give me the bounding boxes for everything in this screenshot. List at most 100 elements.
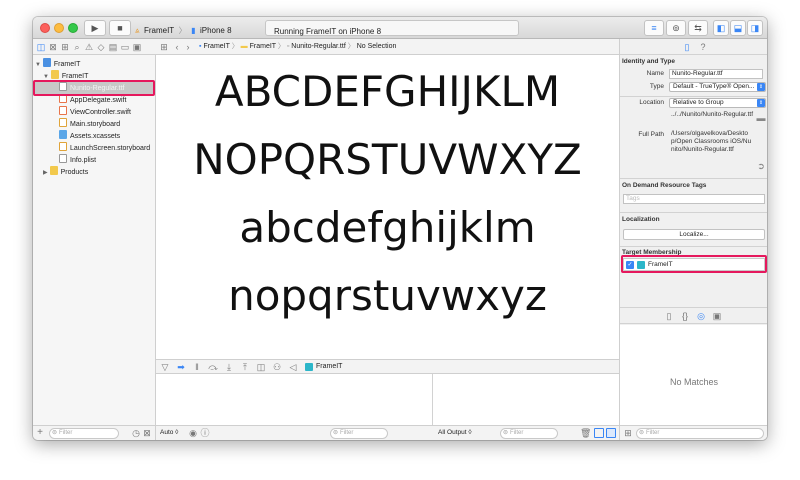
media-library-icon[interactable]: ▣: [712, 308, 722, 324]
tree-item-project[interactable]: ▼ FrameIT: [35, 58, 80, 70]
test-navigator-icon[interactable]: ◇: [96, 39, 106, 55]
back-arrow-icon[interactable]: ‹: [173, 39, 181, 55]
storyboard-file-icon: [59, 118, 67, 127]
tree-item-label: AppDelegate.swift: [70, 97, 127, 104]
recent-files-icon[interactable]: ◷: [131, 426, 141, 440]
bottom-panel-icon: ⬓: [733, 23, 743, 33]
code-snippet-icon[interactable]: {}: [680, 308, 690, 324]
scheme-selector[interactable]: ⩓ FrameIT 〉 ▮ iPhone 8: [135, 20, 232, 36]
view-hierarchy-icon[interactable]: ◫: [256, 359, 266, 375]
find-navigator-icon[interactable]: ⌕: [72, 39, 82, 55]
preview-uppercase-first: ABCDEFGHIJKLM: [214, 67, 561, 116]
tree-item-file[interactable]: Info.plist: [59, 154, 96, 166]
localize-button[interactable]: Localize...: [623, 229, 765, 240]
debug-navigator-icon[interactable]: ▤: [108, 39, 118, 55]
filter-placeholder: Filter: [340, 430, 354, 436]
stop-icon: ■: [117, 23, 123, 33]
project-icon: ▪: [199, 43, 202, 50]
debug-split-divider[interactable]: [432, 374, 433, 425]
plus-icon[interactable]: +: [36, 426, 44, 440]
breadcrumb-file[interactable]: Nunito-Regular.ttf: [291, 43, 345, 50]
run-button[interactable]: ▶: [84, 20, 106, 36]
type-label: Type: [649, 83, 664, 90]
debug-target-label[interactable]: FrameIT: [316, 360, 342, 374]
source-control-filter-icon[interactable]: ⊠: [142, 426, 152, 440]
split-right-icon[interactable]: [606, 428, 616, 438]
tree-item-file[interactable]: ViewController.swift: [59, 106, 131, 118]
version-editor-button[interactable]: ⇆: [688, 20, 708, 36]
storyboard-file-icon: [59, 142, 67, 151]
name-field[interactable]: Nunito-Regular.ttf: [669, 69, 763, 79]
forward-arrow-icon[interactable]: ›: [184, 39, 192, 55]
tree-item-label: LaunchScreen.storyboard: [70, 145, 151, 152]
library-filter-input[interactable]: ⊜ Filter: [636, 428, 764, 439]
breadcrumb-project[interactable]: FrameIT: [203, 43, 229, 50]
navigator-filter-input[interactable]: ⊜ Filter: [49, 428, 119, 439]
breadcrumb-group[interactable]: FrameIT: [250, 43, 276, 50]
step-in-icon[interactable]: ⤓: [224, 359, 234, 375]
stop-button[interactable]: ■: [109, 20, 131, 36]
reveal-arrow-icon[interactable]: ➲: [756, 161, 766, 171]
popup-arrows-icon: ⇕: [757, 83, 765, 91]
tags-field[interactable]: Tags: [623, 194, 765, 204]
arrows-icon: ⇆: [694, 23, 702, 33]
tree-item-file[interactable]: Main.storyboard: [59, 118, 120, 130]
source-control-icon[interactable]: ⊠: [48, 39, 58, 55]
breakpoints-toggle-icon[interactable]: ➡: [176, 359, 186, 375]
breadcrumb-selection[interactable]: No Selection: [357, 43, 397, 50]
tree-item-group[interactable]: ▶ Products: [43, 166, 88, 178]
tree-item-label: FrameIT: [61, 73, 89, 80]
folder-icon: [49, 166, 58, 175]
folder-browse-icon[interactable]: ▬: [756, 113, 766, 123]
preview-lowercase-second: nopqrstuvwxyz: [228, 271, 547, 320]
project-navigator-icon[interactable]: ◫: [36, 39, 46, 55]
issue-navigator-icon[interactable]: ⚠: [84, 39, 94, 55]
file-type-popup[interactable]: Default - TrueType® Open... ⇕: [669, 82, 766, 92]
symbol-navigator-icon[interactable]: ⊞: [60, 39, 70, 55]
breakpoint-navigator-icon[interactable]: ▭: [120, 39, 130, 55]
tree-item-file[interactable]: LaunchScreen.storyboard: [59, 142, 150, 154]
step-over-icon[interactable]: ⤼: [208, 359, 218, 375]
project-icon: [42, 58, 51, 67]
info-icon[interactable]: ⓘ: [200, 425, 210, 440]
odr-section-title: On Demand Resource Tags: [622, 182, 707, 189]
name-label: Name: [646, 70, 664, 77]
variables-scope-popup[interactable]: Auto ◊: [160, 426, 178, 440]
console-filter-input[interactable]: ⊜ Filter: [500, 428, 558, 439]
preview-uppercase-second: NOPQRSTUVWXYZ: [193, 135, 582, 184]
tree-item-file[interactable]: Assets.xcassets: [59, 130, 120, 142]
report-navigator-icon[interactable]: ▣: [132, 39, 142, 55]
project-navigator: ▼ FrameIT ▼ FrameIT Nunito-Regular.ttf A…: [33, 55, 156, 425]
toggle-navigator-button[interactable]: ◧: [713, 20, 729, 36]
trash-icon[interactable]: 🗑: [580, 425, 591, 440]
split-left-icon[interactable]: [594, 428, 604, 438]
scheme-name: FrameIT: [143, 26, 175, 35]
grid-view-icon[interactable]: ⊞: [623, 425, 633, 440]
toggle-debug-button[interactable]: ⬓: [730, 20, 746, 36]
step-out-icon[interactable]: ⤒: [240, 359, 250, 375]
variables-filter-input[interactable]: ⊜ Filter: [330, 428, 388, 439]
section-divider: [620, 178, 767, 179]
pause-icon[interactable]: ‖: [192, 359, 202, 375]
file-template-icon[interactable]: ▯: [664, 308, 674, 324]
section-divider: [620, 212, 767, 213]
object-library-icon[interactable]: ◎: [696, 308, 706, 324]
memory-graph-icon[interactable]: ⚇: [272, 359, 282, 375]
no-matches-text: No Matches: [669, 377, 719, 387]
close-window-button[interactable]: [40, 23, 50, 33]
output-scope-popup[interactable]: All Output ◊: [438, 426, 472, 440]
related-items-icon[interactable]: ⊞: [159, 39, 169, 55]
minimize-window-button[interactable]: [54, 23, 64, 33]
hide-debug-icon[interactable]: ▽: [160, 359, 170, 375]
standard-editor-button[interactable]: ≡: [644, 20, 664, 36]
toggle-inspector-button[interactable]: ◨: [747, 20, 763, 36]
zoom-window-button[interactable]: [68, 23, 78, 33]
location-popup[interactable]: Relative to Group ⇕: [669, 98, 766, 108]
assistant-editor-button[interactable]: ⊚: [666, 20, 686, 36]
scheme-icon: ⩓: [135, 26, 140, 35]
file-inspector-icon[interactable]: ▯: [682, 39, 692, 55]
debug-bar: ▽ ➡ ‖ ⤼ ⤓ ⤒ ◫ ⚇ ◁ FrameIT: [156, 359, 619, 374]
eye-icon[interactable]: ◉: [188, 425, 198, 440]
quick-help-icon[interactable]: ?: [698, 39, 708, 55]
location-icon[interactable]: ◁: [288, 359, 298, 375]
